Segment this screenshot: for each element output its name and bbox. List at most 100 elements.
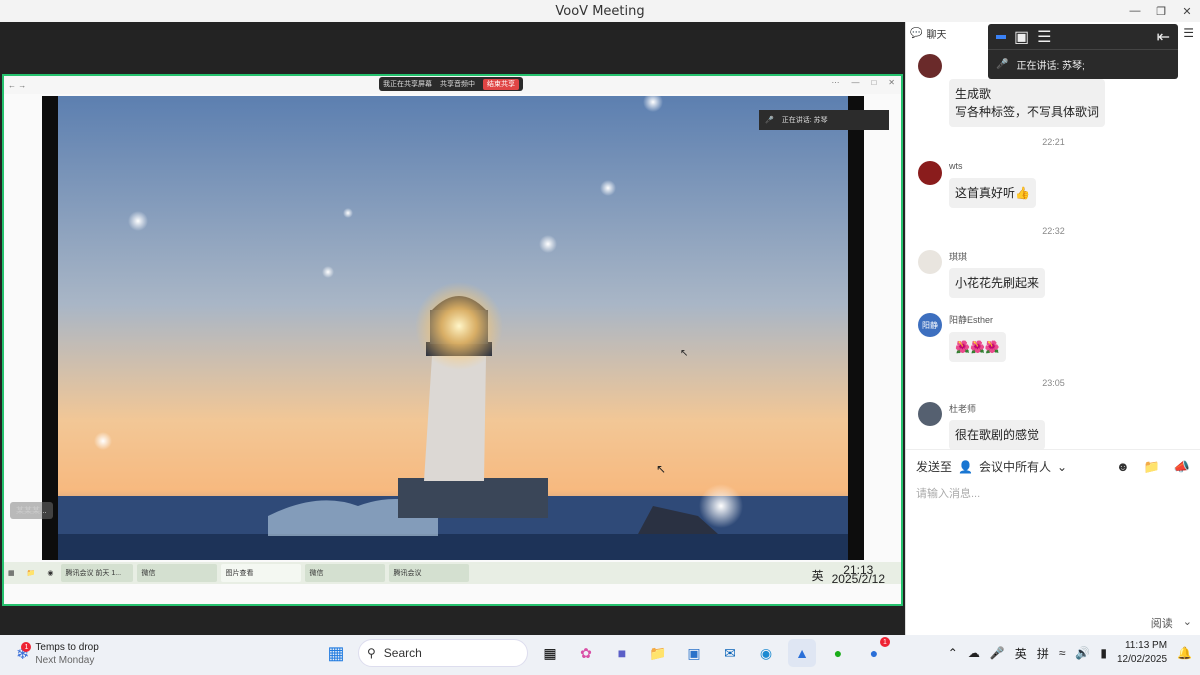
inner-task-item: 图片查看 [221, 564, 302, 582]
message-bubble: 🌺🌺🌺 [949, 332, 1006, 362]
message-bubble: 小花花先刷起来 [949, 268, 1046, 298]
message-time: 22:32 [1042, 226, 1065, 236]
title-bar: VooV Meeting — ❐ ✕ [0, 0, 1200, 22]
inner-taskbar: ▦ 📁 ◉ 腾讯会议 前天 1... 微信 图片查看 微信 腾讯会议 英 21:… [4, 562, 901, 585]
inner-task-item: 腾讯会议 前天 1... [61, 564, 134, 582]
send-to-select[interactable]: 会议中所有人 [979, 458, 1051, 475]
person-icon: 👤 [958, 459, 973, 474]
message-bubble: 这首真好听👍 [949, 178, 1036, 208]
inner-lang: 英 [811, 568, 824, 583]
message-time: 22:21 [1042, 137, 1065, 147]
sender-name: 杜老师 [949, 404, 977, 414]
outlook-icon[interactable]: ✉ [716, 639, 744, 667]
send-tools: ☻ 📁 📣 [1116, 459, 1190, 475]
message-time: 23:05 [1042, 378, 1065, 388]
shared-window-controls: ⋯ — □ ✕ [831, 78, 895, 87]
file-explorer-icon[interactable]: 📁 [644, 639, 672, 667]
cursor-icon: ↖ [680, 348, 689, 359]
chat-messages: 生成歌 写各种标签，不写具体歌词 22:21 wts 这首真好听👍 22:32 … [906, 44, 1200, 449]
input-lang[interactable]: 英 [1015, 645, 1027, 662]
bottom-text: 阅读 [1150, 618, 1173, 630]
windows-taskbar: ❄ 1 Temps to drop Next Monday ▦ ⚲ Search … [0, 635, 1200, 675]
send-to-label: 发送至 [916, 460, 953, 474]
inner-folder-icon: 📁 [26, 570, 36, 577]
wifi-icon[interactable]: ≈ [1059, 646, 1066, 660]
inner-clock: 21:13 2025/2/12 [832, 564, 885, 585]
cursor-icon: ↖ [656, 462, 667, 476]
mic-icon[interactable]: 🎤 [990, 646, 1005, 660]
message-line: 写各种标签，不写具体歌词 [955, 105, 1100, 119]
shared-screen-toolbar: ← → 我正在共享屏幕 共享音频中 结束共享 ⋯ — □ ✕ [4, 76, 901, 94]
volume-icon[interactable]: 🔊 [1075, 646, 1090, 660]
wechat-icon[interactable]: ● [824, 639, 852, 667]
clock[interactable]: 11:13 PM 12/02/2025 [1117, 639, 1167, 667]
weather-text: Temps to drop Next Monday [35, 641, 98, 667]
chat-panel: 💬 聊天 ☰ ▣ ☰ ⇤ 🎤 正在讲话: 苏琴; 生成歌 写各种标签，不写具体歌… [905, 22, 1200, 635]
floating-label: 某某某... [10, 502, 53, 519]
edge-icon[interactable]: ◉ [752, 639, 780, 667]
message-bubble: 很在歌剧的感觉 [949, 420, 1046, 449]
inner-restore-icon: □ [871, 78, 877, 87]
avatar: 阳静 [918, 313, 942, 337]
inner-task-item: 腾讯会议 [389, 564, 470, 582]
close-icon[interactable]: ✕ [1174, 0, 1200, 22]
mic-icon: 🎤 [765, 117, 774, 124]
menu-icon[interactable]: ☰ [1183, 26, 1194, 40]
inner-close-icon: ✕ [888, 78, 895, 87]
share-status: 我正在共享屏幕 [383, 81, 432, 88]
avatar [918, 250, 942, 274]
minimize-icon[interactable]: — [1122, 0, 1148, 22]
system-tray: ⌃ ☁ 🎤 英 拼 ≈ 🔊 ▮ 11:13 PM 12/02/2025 🔔 [948, 639, 1192, 667]
chat-icon: 💬 [910, 27, 923, 39]
announce-icon[interactable]: 📣 [1174, 459, 1190, 475]
search-icon: ⚲ [367, 646, 376, 660]
avatar [918, 161, 942, 185]
inner-start-icon: ▦ [8, 570, 15, 577]
weather-title: Temps to drop [35, 642, 99, 653]
app-icon[interactable]: ● 1 [860, 637, 890, 667]
avatar [918, 54, 942, 78]
inner-speaking-indicator: 🎤 正在讲话: 苏琴 [759, 110, 889, 130]
copilot-icon[interactable]: ✿ [572, 639, 600, 667]
shared-screen: ← → 我正在共享屏幕 共享音频中 结束共享 ⋯ — □ ✕ 🎤 正在讲话: 苏… [2, 74, 903, 606]
sender-name: 阳静Esther [949, 315, 994, 325]
folder-icon[interactable]: 📁 [1144, 459, 1160, 475]
sender-name: wts [949, 161, 963, 171]
stop-share-button[interactable]: 结束共享 [483, 78, 519, 90]
inner-chrome-icon: ◉ [47, 570, 54, 577]
restore-icon[interactable]: ❐ [1148, 0, 1174, 22]
chevron-down-icon[interactable]: ⌄ [1057, 460, 1067, 474]
lighthouse-illustration [58, 96, 848, 560]
chat-title: 聊天 [926, 29, 947, 41]
cloud-icon[interactable]: ☁ [968, 646, 980, 660]
chat-bottom: 阅读 ⌄ [1151, 615, 1192, 631]
chevron-up-icon[interactable]: ⌃ [948, 646, 958, 660]
input-mode[interactable]: 拼 [1037, 645, 1049, 662]
inner-tray: 英 21:13 2025/2/12 [811, 564, 893, 585]
message-input[interactable]: 请输入消息... [916, 485, 980, 501]
message-bubble: 生成歌 写各种标签，不写具体歌词 [949, 79, 1106, 127]
weather-widget[interactable]: ❄ 1 Temps to drop Next Monday [16, 641, 99, 667]
weather-badge: 1 [21, 642, 32, 652]
speaker-view-icon[interactable] [996, 34, 1006, 39]
avatar [918, 402, 942, 426]
notification-icon[interactable]: 🔔 [1177, 646, 1192, 660]
more-icon: ⋯ [831, 78, 840, 87]
send-bar: 发送至 👤 会议中所有人 ⌄ ☻ 📁 📣 [906, 449, 1200, 483]
clock-date: 12/02/2025 [1116, 654, 1168, 665]
emoji-icon[interactable]: ☻ [1116, 459, 1130, 475]
share-banner: 我正在共享屏幕 共享音频中 结束共享 [379, 77, 523, 91]
weather-icon: ❄ 1 [16, 642, 32, 663]
chevron-down-icon[interactable]: ⌄ [1183, 615, 1192, 631]
store-icon[interactable]: ▣ [680, 639, 708, 667]
app-badge: 1 [880, 637, 890, 647]
window-title: VooV Meeting [555, 3, 645, 19]
search-box[interactable]: ⚲ Search [358, 639, 528, 667]
voov-meeting-icon[interactable]: ▲ [788, 639, 816, 667]
battery-icon[interactable]: ▮ [1100, 646, 1107, 660]
windows-start-icon[interactable]: ▦ [322, 639, 350, 667]
teams-icon[interactable]: ■ [608, 639, 636, 667]
task-view-icon[interactable]: ▦ [536, 639, 564, 667]
taskbar-apps: ▦ ⚲ Search ▦ ✿ ■ 📁 ▣ ✉ ◉ ▲ ● ● 1 [322, 637, 890, 667]
search-label: Search [383, 646, 422, 660]
